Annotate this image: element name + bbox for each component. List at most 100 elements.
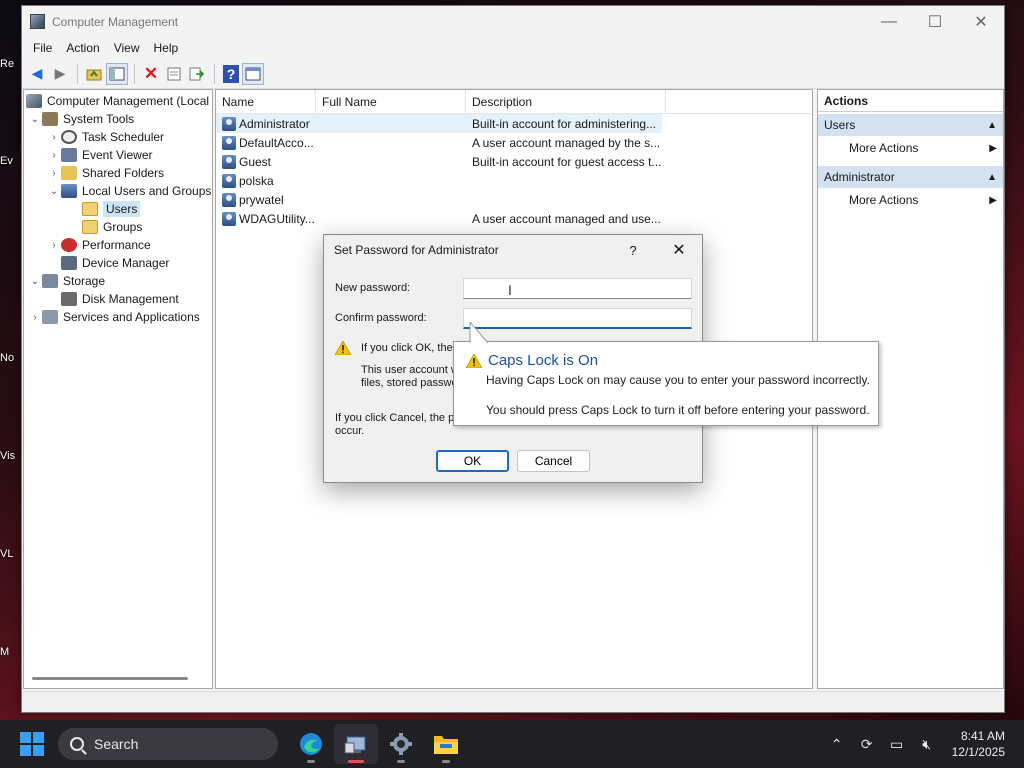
title-bar[interactable]: Computer Management — ☐ ✕ [22,6,1004,37]
menu-help[interactable]: Help [147,41,186,55]
storage-icon [42,274,58,288]
ok-button[interactable]: OK [436,450,509,472]
list-item[interactable]: Guest Built-in account for guest access … [216,152,812,171]
section-title: Administrator [824,170,895,184]
cancel-button[interactable]: Cancel [517,450,590,472]
file-explorer-app[interactable] [424,724,468,764]
help-button[interactable]: ? [610,243,656,258]
tree-item-task-scheduler[interactable]: › Task Scheduler [47,128,164,146]
tree-item-local-users-and-groups[interactable]: ⌄ Local Users and Groups [47,182,211,200]
actions-section-administrator[interactable]: Administrator ▲ [818,166,1003,188]
text-cursor-icon: I [508,282,512,298]
column-header-description[interactable]: Description [466,90,666,113]
desktop-icon-fragment[interactable]: No [0,352,22,364]
desktop-icon-label: Re [0,58,15,70]
folder-icon [82,220,98,234]
volume-muted-icon[interactable]: 🔇︎ [912,736,942,753]
horizontal-scrollbar[interactable] [32,677,188,680]
tree-item-system-tools[interactable]: ⌄ System Tools [28,110,134,128]
menu-action[interactable]: Action [59,41,106,55]
expand-arrow-icon[interactable]: › [28,312,42,323]
desktop-icon-fragment[interactable]: M [0,646,22,658]
delete-icon[interactable]: ✕ [140,63,162,85]
start-button[interactable] [20,732,44,756]
desktop-icon-fragment[interactable]: VL [0,548,22,560]
tree-item-event-viewer[interactable]: › Event Viewer [47,146,152,164]
warning-icon [335,341,351,355]
user-name: DefaultAcco... [239,135,314,150]
user-icon [222,154,236,169]
collapse-arrow-icon[interactable]: ⌄ [28,276,42,287]
back-arrow-icon[interactable]: ◀ [26,63,48,85]
services-icon [42,310,58,324]
tree-item-storage[interactable]: ⌄ Storage [28,272,105,290]
clock[interactable]: 8:41 AM 12/1/2025 [942,728,1024,760]
tree-item-disk-management[interactable]: Disk Management [61,290,179,308]
new-password-field[interactable]: I [463,278,692,299]
up-folder-icon[interactable] [83,63,105,85]
menu-file[interactable]: File [26,41,59,55]
list-item[interactable]: Administrator Built-in account for admin… [216,114,662,133]
tree-item-services-and-applications[interactable]: › Services and Applications [28,308,200,326]
collapse-triangle-icon[interactable]: ▲ [987,172,997,183]
toolbar: ◀ ▶ ✕ ? [22,59,1004,89]
desktop-icon-fragment[interactable]: Vis [0,450,22,462]
expand-arrow-icon[interactable]: › [47,168,61,179]
list-item[interactable]: prywatel [216,190,812,209]
expand-arrow-icon[interactable]: › [47,240,61,251]
tree-item-computer-management[interactable]: Computer Management (Local [26,92,209,110]
column-header-name[interactable]: Name [216,90,316,113]
desktop-icon-label: No [0,352,15,364]
actions-section-users[interactable]: Users ▲ [818,114,1003,136]
show-hide-console-tree-icon[interactable] [106,62,128,85]
taskbar-search[interactable]: Search [58,728,278,760]
disk-management-icon [61,292,77,306]
maximize-button[interactable]: ☐ [912,6,958,37]
tree-item-device-manager[interactable]: Device Manager [61,254,169,272]
show-hide-action-pane-icon[interactable] [242,62,264,85]
properties-icon[interactable] [163,63,185,85]
minimize-button[interactable]: — [866,6,912,37]
window-title: Computer Management [52,14,179,29]
confirm-password-field[interactable] [463,308,692,329]
desktop-icon-fragment[interactable]: Re [0,58,22,70]
expand-arrow-icon[interactable]: › [47,132,61,143]
forward-arrow-icon[interactable]: ▶ [49,63,71,85]
user-icon [222,173,236,188]
computer-management-app[interactable] [334,724,378,764]
chevron-up-icon[interactable]: ⌃ [822,736,852,753]
warning-text-line3: files, stored passwor [361,377,462,389]
collapse-triangle-icon[interactable]: ▲ [987,120,997,131]
list-item[interactable]: polska [216,171,812,190]
sync-icon[interactable]: ⟳ [852,736,882,753]
toolbar-separator [77,63,78,84]
user-icon [222,192,236,207]
network-icon[interactable]: ▭ [882,736,912,753]
tree-item-performance[interactable]: › Performance [47,236,151,254]
console-tree: Computer Management (Local ⌄ System Tool… [23,89,213,689]
collapse-arrow-icon[interactable]: ⌄ [28,114,42,125]
edge-app[interactable] [289,724,333,764]
tree-item-users[interactable]: Users [82,200,141,218]
help-icon[interactable]: ? [223,64,239,83]
list-item[interactable]: WDAGUtility... A user account managed an… [216,209,812,228]
menu-view[interactable]: View [107,41,147,55]
dialog-title-bar[interactable]: Set Password for Administrator ? ✕ [324,235,702,265]
desktop-icon-fragment[interactable]: Ev [0,155,22,167]
user-description: Built-in account for guest access t... [472,154,662,169]
expand-arrow-icon[interactable]: › [47,150,61,161]
tree-item-groups[interactable]: Groups [82,218,142,236]
collapse-arrow-icon[interactable]: ⌄ [47,186,61,197]
column-header-full-name[interactable]: Full Name [316,90,466,113]
settings-app[interactable] [379,724,423,764]
export-list-icon[interactable] [186,63,208,85]
tree-item-label: Groups [103,220,143,234]
toolbar-separator [214,63,215,84]
more-actions-users[interactable]: More Actions ▶ [818,136,1003,160]
windows-logo-tile [20,732,31,743]
more-actions-administrator[interactable]: More Actions ▶ [818,188,1003,212]
tree-item-shared-folders[interactable]: › Shared Folders [47,164,164,182]
dialog-close-button[interactable]: ✕ [656,240,702,260]
list-item[interactable]: DefaultAcco... A user account managed by… [216,133,812,152]
close-button[interactable]: ✕ [958,6,1004,37]
